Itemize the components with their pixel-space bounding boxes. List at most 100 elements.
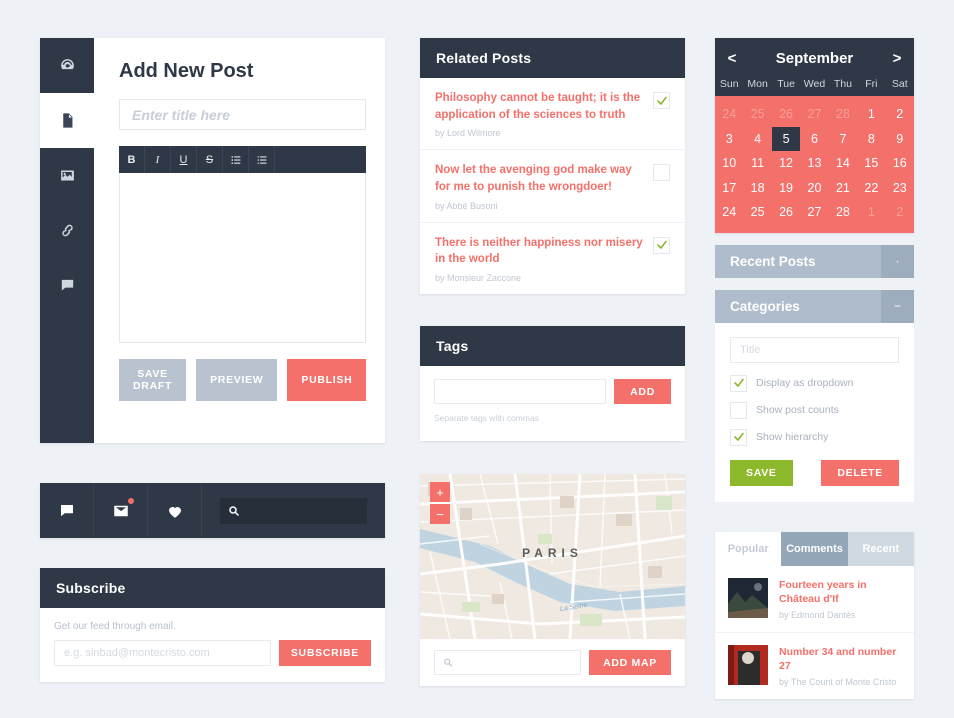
bold-button[interactable]: B — [119, 146, 145, 173]
calendar-day[interactable]: 27 — [800, 102, 828, 127]
delete-category-button[interactable]: DELETE — [821, 459, 899, 486]
categories-header[interactable]: Categories − — [715, 289, 914, 323]
category-option-checkbox[interactable] — [730, 374, 747, 392]
related-post-title: There is neither happiness nor misery in… — [435, 236, 643, 266]
post-title-input[interactable] — [119, 99, 367, 130]
related-post-checkbox[interactable] — [653, 236, 670, 254]
left-column: Add New Post B I U S SAVE DRAFT PREVIEW … — [40, 38, 385, 682]
calendar-day[interactable]: 24 — [715, 102, 743, 127]
category-option-checkbox[interactable] — [730, 401, 747, 419]
related-post-text: Philosophy cannot be taught; it is the a… — [435, 90, 653, 138]
tags-input[interactable] — [434, 379, 607, 405]
calendar-day[interactable]: 4 — [743, 127, 771, 152]
calendar-day[interactable]: 25 — [743, 102, 771, 127]
post-thumbnail — [728, 644, 768, 685]
calendar-day[interactable]: 10 — [715, 151, 743, 176]
calendar-day-selected[interactable]: 5 — [771, 126, 801, 151]
search-input[interactable] — [240, 502, 359, 519]
italic-button[interactable]: I — [145, 146, 171, 173]
related-post-item[interactable]: There is neither happiness nor misery in… — [420, 222, 685, 295]
save-draft-button[interactable]: SAVE DRAFT — [119, 359, 187, 401]
calendar-day[interactable]: 18 — [743, 176, 771, 201]
underline-button[interactable]: U — [171, 146, 197, 173]
calendar-day[interactable]: 9 — [886, 127, 914, 152]
publish-button[interactable]: PUBLISH — [287, 359, 367, 401]
calendar-day[interactable]: 20 — [800, 176, 828, 201]
post-content-area[interactable] — [119, 173, 367, 343]
calendar-day[interactable]: 11 — [743, 151, 771, 176]
calendar-next-button[interactable]: > — [880, 50, 914, 67]
calendar-day[interactable]: 8 — [857, 127, 885, 152]
related-post-author: by Monsieur Zaccone — [435, 273, 522, 284]
calendar-day[interactable]: 16 — [886, 151, 914, 176]
map-image[interactable]: + − PARIS La Seine — [420, 474, 685, 640]
category-title-input[interactable] — [730, 336, 899, 363]
map-zoom-out-button[interactable]: − — [430, 504, 450, 525]
related-post-checkbox[interactable] — [653, 164, 670, 182]
calendar-day[interactable]: 1 — [857, 102, 885, 127]
calendar-day[interactable]: 6 — [800, 127, 828, 152]
strikethrough-button[interactable]: S — [197, 146, 223, 173]
search-box[interactable] — [220, 497, 367, 524]
tab-post-item[interactable]: Fourteen years in Château d'If by Edmond … — [715, 565, 914, 633]
calendar-day[interactable]: 21 — [829, 176, 857, 201]
calendar-day[interactable]: 17 — [715, 176, 743, 201]
calendar-day[interactable]: 23 — [886, 176, 914, 201]
calendar-day[interactable]: 27 — [800, 200, 828, 225]
calendar-day[interactable]: 3 — [715, 127, 743, 152]
tags-hint: Separate tags with commas — [434, 413, 539, 424]
related-post-checkbox[interactable] — [653, 92, 670, 109]
comment-icon[interactable] — [40, 258, 94, 313]
calendar-day[interactable]: 24 — [715, 200, 743, 225]
recent-posts-toggle[interactable]: · — [881, 244, 914, 278]
document-icon[interactable] — [40, 93, 94, 148]
tags-card: Tags ADD Separate tags with commas — [420, 326, 685, 442]
mail-icon[interactable] — [94, 483, 148, 538]
calendar-day[interactable]: 1 — [857, 200, 885, 225]
ordered-list-icon[interactable] — [249, 146, 275, 173]
subscribe-email-input[interactable] — [54, 640, 271, 666]
related-post-item[interactable]: Philosophy cannot be taught; it is the a… — [420, 78, 685, 151]
comment-icon[interactable] — [40, 483, 94, 538]
calendar-day[interactable]: 15 — [857, 151, 885, 176]
recent-posts-header[interactable]: Recent Posts · — [715, 244, 914, 278]
tab-popular[interactable]: Popular — [715, 532, 781, 566]
subscribe-button[interactable]: SUBSCRIBE — [278, 640, 371, 666]
calendar-day[interactable]: 26 — [772, 200, 800, 225]
category-option: Show hierarchy — [730, 428, 899, 446]
calendar-day[interactable]: 7 — [829, 127, 857, 152]
calendar-day[interactable]: 14 — [829, 151, 857, 176]
save-category-button[interactable]: SAVE — [730, 459, 793, 486]
unordered-list-icon[interactable] — [223, 146, 249, 173]
tab-recent[interactable]: Recent — [847, 531, 914, 566]
calendar-day[interactable]: 19 — [772, 176, 800, 201]
categories-toggle[interactable]: − — [881, 289, 914, 323]
calendar-day[interactable]: 2 — [886, 102, 914, 127]
calendar-day[interactable]: 25 — [743, 200, 771, 225]
map-search-input[interactable] — [453, 655, 573, 670]
calendar-day[interactable]: 22 — [857, 176, 885, 201]
preview-button[interactable]: PREVIEW — [196, 359, 278, 401]
image-icon[interactable] — [40, 148, 94, 203]
map-zoom-in-button[interactable]: + — [430, 482, 450, 503]
heart-icon[interactable] — [148, 483, 202, 538]
recent-posts-title: Recent Posts — [730, 253, 816, 269]
tab-comments[interactable]: Comments — [781, 531, 848, 566]
dashboard-icon[interactable] — [40, 38, 94, 93]
link-icon[interactable] — [40, 203, 94, 258]
map-search-field[interactable] — [434, 650, 582, 676]
calendar-day[interactable]: 28 — [829, 102, 857, 127]
category-option-checkbox[interactable] — [730, 428, 747, 446]
add-map-button[interactable]: ADD MAP — [589, 650, 671, 676]
calendar-weekday-row: Sun Mon Tue Wed Thu Fri Sat — [715, 78, 914, 96]
calendar-prev-button[interactable]: < — [715, 50, 749, 67]
calendar-day[interactable]: 2 — [886, 200, 914, 225]
calendar-day[interactable]: 13 — [800, 151, 828, 176]
calendar-day[interactable]: 28 — [829, 200, 857, 225]
calendar-day[interactable]: 26 — [772, 102, 800, 127]
calendar-day[interactable]: 12 — [772, 151, 800, 176]
tab-post-item[interactable]: Number 34 and number 27 by The Count of M… — [715, 632, 914, 700]
add-tag-button[interactable]: ADD — [614, 379, 671, 405]
related-post-item[interactable]: Now let the avenging god make way for me… — [420, 150, 685, 223]
subscribe-card: Subscribe Get our feed through email. SU… — [40, 568, 385, 682]
